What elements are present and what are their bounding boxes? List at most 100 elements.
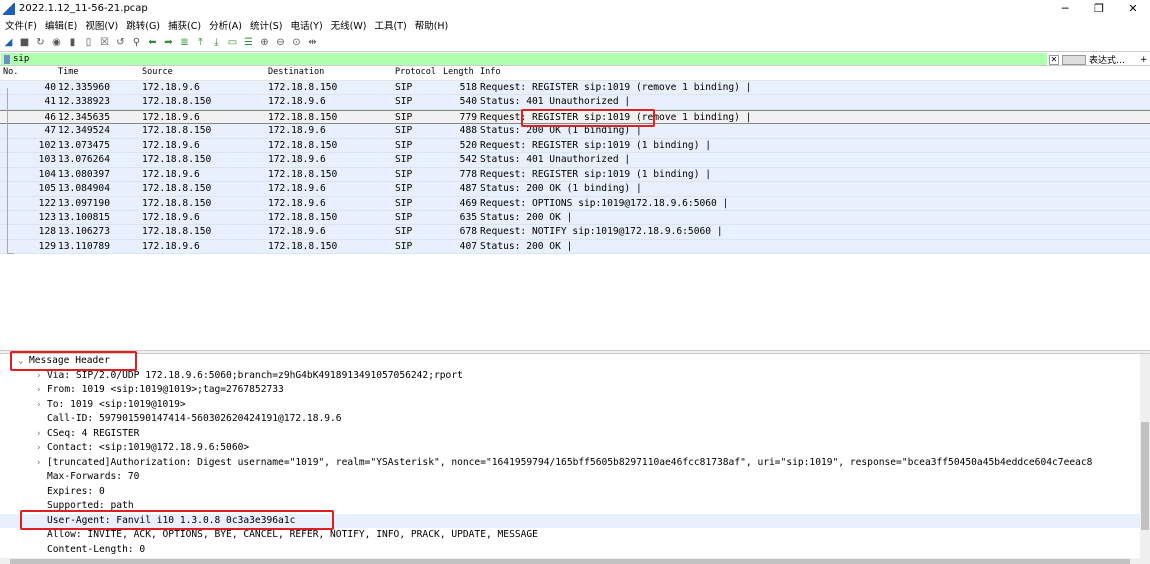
detail-line[interactable]: Content-Length: 0 <box>0 543 1140 558</box>
forward-icon[interactable]: ➡ <box>162 36 175 49</box>
menu-item[interactable]: 无线(W) <box>331 18 367 32</box>
cell-dst: 172.18.9.6 <box>268 125 326 137</box>
packet-row[interactable]: 123 13.100815 172.18.9.6 172.18.8.150 SIP 635… <box>0 210 1150 226</box>
maximize-button[interactable]: ❐ <box>1082 0 1116 17</box>
expand-toggle-icon[interactable]: › <box>36 398 46 413</box>
cell-dst: 172.18.9.6 <box>268 183 326 195</box>
cell-proto: SIP <box>395 154 413 166</box>
scrollbar-thumb[interactable] <box>10 559 1130 564</box>
column-destination[interactable]: Destination <box>268 67 324 77</box>
detail-line[interactable]: › Via: SIP/2.0/UDP 172.18.9.6:5060;branch… <box>0 369 1140 384</box>
annotation-box-user-agent <box>20 510 334 530</box>
options-icon[interactable]: ◉ <box>50 36 63 49</box>
stop-icon[interactable]: ■ <box>18 36 31 49</box>
menu-item[interactable]: 分析(A) <box>209 18 242 32</box>
shark-fin-start-icon[interactable]: ◢ <box>2 36 15 49</box>
packet-row[interactable]: 41 12.338923 172.18.8.150 172.18.9.6 SIP 540 S… <box>0 95 1150 110</box>
menu-item[interactable]: 视图(V) <box>85 18 118 32</box>
expand-toggle-icon[interactable]: › <box>36 427 46 442</box>
packet-row[interactable]: 122 13.097190 172.18.8.150 172.18.9.6 SIP 469… <box>0 196 1150 211</box>
detail-line[interactable]: › Contact: <sip:1019@172.18.9.6:5060> <box>0 441 1140 456</box>
detail-line[interactable]: › To: 1019 <sip:1019@1019> <box>0 398 1140 413</box>
detail-line[interactable]: › [truncated]Authorization: Digest usern… <box>0 456 1140 471</box>
cell-src: 172.18.8.150 <box>142 154 212 166</box>
zoom-reset-icon[interactable]: ⊙ <box>290 36 303 49</box>
cell-dst: 172.18.8.150 <box>268 139 338 151</box>
menu-item[interactable]: 统计(S) <box>250 18 282 32</box>
resize-columns-icon[interactable]: ⇹ <box>306 36 319 49</box>
detail-line[interactable]: Call-ID: 597901590147414-560302620424191… <box>0 412 1140 427</box>
display-filter-input[interactable]: sip <box>1 53 1047 65</box>
packet-row[interactable]: 104 13.080397 172.18.9.6 172.18.8.150 SIP 778… <box>0 167 1150 183</box>
column-time[interactable]: Time <box>58 67 78 77</box>
cell-time: 13.073475 <box>58 139 110 151</box>
packet-row[interactable]: 102 13.073475 172.18.9.6 172.18.8.150 SIP 520… <box>0 138 1150 154</box>
menu-item[interactable]: 电话(Y) <box>290 18 322 32</box>
zoom-in-icon[interactable]: ⊕ <box>258 36 271 49</box>
cell-proto: SIP <box>395 111 413 123</box>
cell-len: 635 <box>459 211 477 223</box>
detail-line[interactable]: Max-Forwards: 70 <box>0 470 1140 485</box>
cell-len: 678 <box>459 226 477 238</box>
menu-item[interactable]: 编辑(E) <box>45 18 77 32</box>
close-button[interactable]: ✕ <box>1116 0 1150 17</box>
apply-filter-button[interactable] <box>1062 54 1086 65</box>
details-vertical-scrollbar[interactable] <box>1140 354 1150 558</box>
column-no[interactable]: No. <box>3 67 18 77</box>
close-file-icon[interactable]: ☒ <box>98 36 111 49</box>
wireshark-logo-icon <box>3 2 15 15</box>
cell-time: 13.076264 <box>58 154 110 166</box>
goto-icon[interactable]: ≣ <box>178 36 191 49</box>
packet-row[interactable]: 105 13.084904 172.18.8.150 172.18.9.6 SIP 487… <box>0 182 1150 197</box>
cell-src: 172.18.8.150 <box>142 96 212 108</box>
detail-text: From: 1019 <sip:1019@1019>;tag=276785273… <box>47 384 284 395</box>
packet-row[interactable]: 103 13.076264 172.18.8.150 172.18.9.6 SIP 542… <box>0 153 1150 168</box>
cell-proto: SIP <box>395 240 413 252</box>
cell-proto: SIP <box>395 139 413 151</box>
cell-src: 172.18.9.6 <box>142 240 200 252</box>
reload-icon[interactable]: ↺ <box>114 36 127 49</box>
first-icon[interactable]: ⤒ <box>194 36 207 49</box>
restart-icon[interactable]: ↻ <box>34 36 47 49</box>
expand-toggle-icon[interactable]: › <box>36 383 46 398</box>
zoom-out-icon[interactable]: ⊖ <box>274 36 287 49</box>
menu-item[interactable]: 捕获(C) <box>168 18 201 32</box>
column-source[interactable]: Source <box>142 67 173 77</box>
detail-line[interactable]: › From: 1019 <sip:1019@1019>;tag=27678527… <box>0 383 1140 398</box>
find-icon[interactable]: ⚲ <box>130 36 143 49</box>
menu-item[interactable]: 文件(F) <box>5 18 37 32</box>
back-icon[interactable]: ⬅ <box>146 36 159 49</box>
bookmark-icon[interactable] <box>4 55 10 64</box>
details-horizontal-scrollbar[interactable] <box>0 558 1150 564</box>
save-icon[interactable]: ▯ <box>82 36 95 49</box>
column-length[interactable]: Length <box>443 67 474 77</box>
cell-src: 172.18.9.6 <box>142 139 200 151</box>
window-title: 2022.1.12_11-56-21.pcap <box>19 3 148 14</box>
packet-row[interactable]: 129 13.110789 172.18.9.6 172.18.8.150 SIP 407… <box>0 239 1150 255</box>
expand-toggle-icon[interactable]: › <box>36 456 46 471</box>
scrollbar-thumb[interactable] <box>1141 422 1149 530</box>
open-icon[interactable]: ▮ <box>66 36 79 49</box>
expression-button[interactable]: 表达式… <box>1089 53 1125 66</box>
menu-item[interactable]: 帮助(H) <box>415 18 449 32</box>
detail-line[interactable]: › CSeq: 4 REGISTER <box>0 427 1140 442</box>
colorize-icon[interactable]: ☰ <box>242 36 255 49</box>
expand-toggle-icon[interactable]: › <box>36 441 46 456</box>
column-info[interactable]: Info <box>480 67 500 77</box>
autoscroll-icon[interactable]: ▭ <box>226 36 239 49</box>
last-icon[interactable]: ⤓ <box>210 36 223 49</box>
detail-text: Max-Forwards: 70 <box>47 471 140 482</box>
add-filter-button[interactable]: + <box>1140 55 1148 65</box>
cell-dst: 172.18.9.6 <box>268 96 326 108</box>
packet-row[interactable]: 40 12.335960 172.18.9.6 172.18.8.150 SIP 518 R… <box>0 81 1150 96</box>
packet-row[interactable]: 128 13.106273 172.18.8.150 172.18.9.6 SIP 678… <box>0 225 1150 240</box>
clear-filter-button[interactable]: ✕ <box>1049 54 1059 65</box>
minimize-button[interactable]: ─ <box>1048 0 1082 17</box>
menu-item[interactable]: 工具(T) <box>374 18 406 32</box>
detail-line[interactable]: ⌄ Message Header <box>0 354 1140 369</box>
column-protocol[interactable]: Protocol <box>395 67 436 77</box>
menu-item[interactable]: 跳转(G) <box>126 18 160 32</box>
detail-line[interactable]: Expires: 0 <box>0 485 1140 500</box>
detail-line[interactable]: Allow: INVITE, ACK, OPTIONS, BYE, CANCEL… <box>0 528 1140 543</box>
cell-len: 487 <box>459 183 477 195</box>
